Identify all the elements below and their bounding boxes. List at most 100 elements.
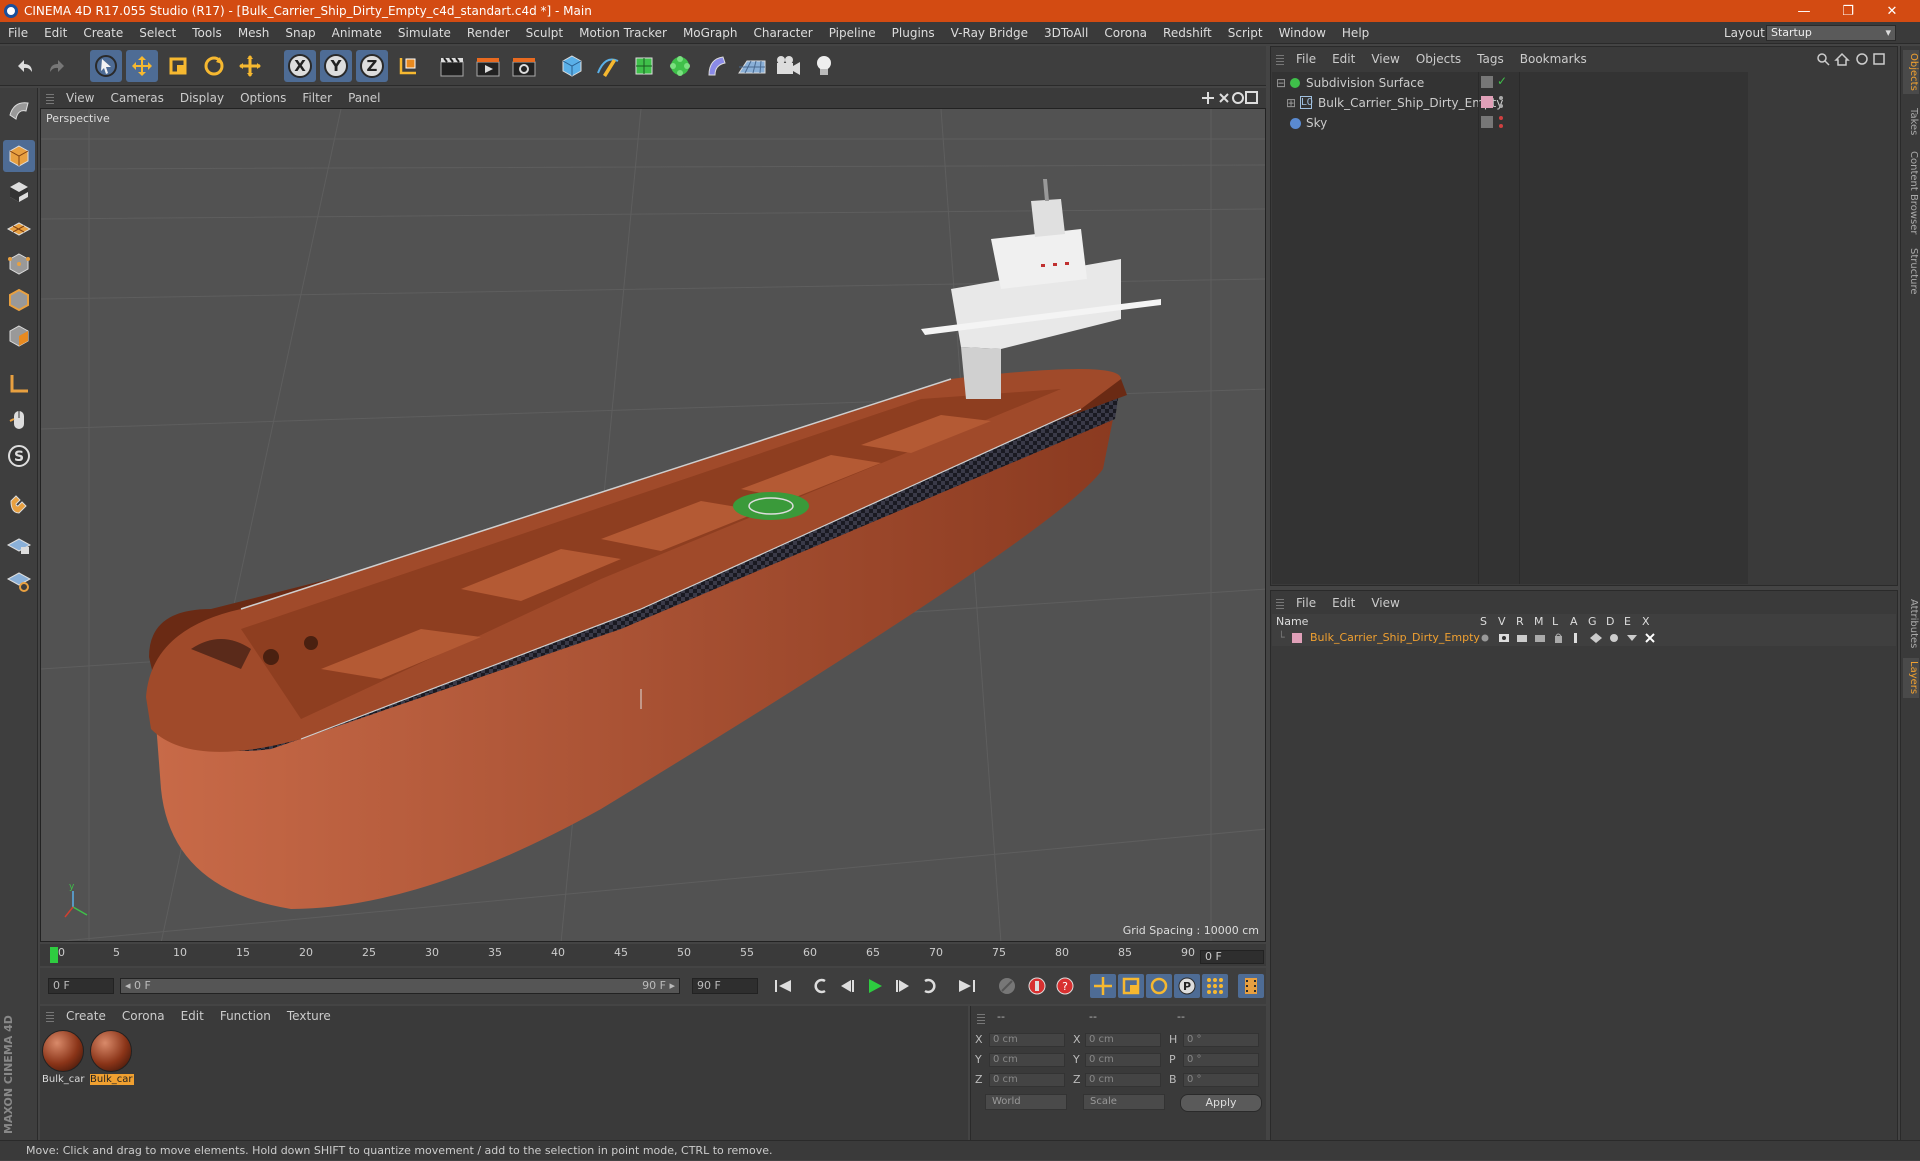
timeline-window-button[interactable]: [1238, 974, 1264, 998]
menu-pipeline[interactable]: Pipeline: [821, 26, 884, 40]
keyframe-selection-button[interactable]: [994, 974, 1020, 998]
go-to-end-button[interactable]: [954, 974, 980, 998]
record-rotation-button[interactable]: [1146, 974, 1172, 998]
object-manager-nav-icons[interactable]: [1814, 51, 1890, 67]
make-editable-button[interactable]: [3, 94, 35, 126]
position-y-field[interactable]: 0 cm: [989, 1053, 1065, 1067]
subdivision-surface-button[interactable]: [628, 50, 660, 82]
coordinate-system-button[interactable]: [392, 50, 424, 82]
object-menu-view[interactable]: View: [1371, 52, 1399, 66]
enabled-check-icon[interactable]: ✓: [1497, 74, 1507, 88]
expand-icon[interactable]: ⊞: [1286, 94, 1296, 112]
current-frame-field[interactable]: 0 F: [1200, 950, 1264, 964]
snapping-button[interactable]: S: [3, 440, 35, 472]
menu-file[interactable]: File: [0, 26, 36, 40]
editor-visibility-dot[interactable]: [1499, 96, 1503, 100]
playhead-marker[interactable]: [50, 947, 58, 963]
x-axis-lock-button[interactable]: X: [284, 50, 316, 82]
last-tool-button[interactable]: [234, 50, 266, 82]
rotation-p-field[interactable]: 0 °: [1183, 1053, 1259, 1067]
rotation-b-field[interactable]: 0 °: [1183, 1073, 1259, 1087]
layer-col-xref[interactable]: X: [1642, 614, 1650, 630]
start-frame-field[interactable]: 0 F: [48, 978, 114, 994]
object-menu-tags[interactable]: Tags: [1477, 52, 1504, 66]
floor-button[interactable]: [736, 50, 768, 82]
layout-dropdown[interactable]: Startup: [1766, 25, 1896, 41]
close-button[interactable]: ✕: [1870, 0, 1914, 22]
frame-range-slider[interactable]: ◂ 0 F 90 F ▸: [120, 978, 680, 994]
object-menu-bookmarks[interactable]: Bookmarks: [1520, 52, 1587, 66]
magnet-button[interactable]: [3, 488, 35, 520]
planar-workplane-button[interactable]: [3, 564, 35, 596]
layer-col-animation[interactable]: A: [1570, 614, 1578, 630]
autokey-button[interactable]: ?: [1052, 974, 1078, 998]
layer-col-render[interactable]: R: [1516, 614, 1524, 630]
tab-attributes[interactable]: Attributes: [1903, 594, 1919, 654]
cube-object-button[interactable]: [556, 50, 588, 82]
render-visibility-dot[interactable]: [1499, 104, 1503, 108]
menu-simulate[interactable]: Simulate: [390, 26, 459, 40]
collapse-icon[interactable]: ⊟: [1276, 74, 1286, 92]
material-menu-function[interactable]: Function: [220, 1009, 271, 1023]
material-swatch-selected[interactable]: Bulk_car: [90, 1030, 134, 1088]
menu-vray-bridge[interactable]: V-Ray Bridge: [943, 26, 1036, 40]
menu-help[interactable]: Help: [1334, 26, 1377, 40]
y-axis-lock-button[interactable]: Y: [320, 50, 352, 82]
material-menu-texture[interactable]: Texture: [287, 1009, 331, 1023]
tab-content-browser[interactable]: Content Browser: [1903, 148, 1919, 238]
tweak-mode-button[interactable]: [3, 404, 35, 436]
menu-sculpt[interactable]: Sculpt: [518, 26, 571, 40]
position-z-field[interactable]: 0 cm: [989, 1073, 1065, 1087]
layer-col-deformers[interactable]: D: [1606, 614, 1614, 630]
tab-takes[interactable]: Takes: [1903, 102, 1919, 142]
layer-col-name[interactable]: Name: [1276, 614, 1308, 630]
menu-motion-tracker[interactable]: Motion Tracker: [571, 26, 675, 40]
menu-mograph[interactable]: MoGraph: [675, 26, 746, 40]
rotation-h-field[interactable]: 0 °: [1183, 1033, 1259, 1047]
texture-mode-button[interactable]: [3, 176, 35, 208]
coordinate-space-dropdown[interactable]: World: [985, 1094, 1067, 1110]
locked-workplane-button[interactable]: [3, 528, 35, 560]
layer-col-solo[interactable]: S: [1480, 614, 1487, 630]
layer-color-swatch[interactable]: [1292, 633, 1302, 643]
layer-menu-view[interactable]: View: [1371, 596, 1399, 610]
cloner-button[interactable]: [664, 50, 696, 82]
viewport-menu-view[interactable]: View: [66, 91, 104, 105]
layer-col-manager[interactable]: M: [1534, 614, 1544, 630]
3d-viewport[interactable]: y Perspective Grid Spacing : 10000 cm: [40, 108, 1266, 942]
menu-3dtoall[interactable]: 3DToAll: [1036, 26, 1096, 40]
layer-toggle-icons[interactable]: [1480, 632, 1660, 644]
tab-objects[interactable]: Objects: [1903, 50, 1919, 94]
next-key-button[interactable]: [918, 974, 944, 998]
scale-tool-button[interactable]: [162, 50, 194, 82]
render-settings-button[interactable]: [508, 50, 540, 82]
menu-edit[interactable]: Edit: [36, 26, 75, 40]
points-mode-button[interactable]: [3, 248, 35, 280]
layer-name[interactable]: Bulk_Carrier_Ship_Dirty_Empty: [1310, 630, 1480, 646]
layer-menu-edit[interactable]: Edit: [1332, 596, 1355, 610]
redo-button[interactable]: [42, 50, 74, 82]
menu-select[interactable]: Select: [131, 26, 184, 40]
menu-snap[interactable]: Snap: [277, 26, 323, 40]
menu-window[interactable]: Window: [1271, 26, 1334, 40]
layer-toggle-icon[interactable]: [1481, 116, 1493, 128]
material-menu-corona[interactable]: Corona: [122, 1009, 165, 1023]
polygons-mode-button[interactable]: [3, 320, 35, 352]
minimize-button[interactable]: —: [1782, 0, 1826, 22]
menu-create[interactable]: Create: [75, 26, 131, 40]
camera-button[interactable]: [772, 50, 804, 82]
deformer-button[interactable]: [700, 50, 732, 82]
layer-row[interactable]: └ Bulk_Carrier_Ship_Dirty_Empty: [1272, 630, 1896, 646]
next-frame-button[interactable]: [890, 974, 916, 998]
record-scale-button[interactable]: [1118, 974, 1144, 998]
timeline-ruler[interactable]: 0 5 10 15 20 25 30 35 40 45 50 55 60 65 …: [40, 944, 1266, 966]
z-axis-lock-button[interactable]: Z: [356, 50, 388, 82]
live-selection-button[interactable]: [90, 50, 122, 82]
viewport-menu-display[interactable]: Display: [180, 91, 234, 105]
previous-key-button[interactable]: [806, 974, 832, 998]
menu-animate[interactable]: Animate: [324, 26, 390, 40]
editor-visibility-dot[interactable]: [1499, 116, 1503, 120]
menu-render[interactable]: Render: [459, 26, 518, 40]
size-x-field[interactable]: 0 cm: [1085, 1033, 1161, 1047]
record-point-level-button[interactable]: [1202, 974, 1228, 998]
